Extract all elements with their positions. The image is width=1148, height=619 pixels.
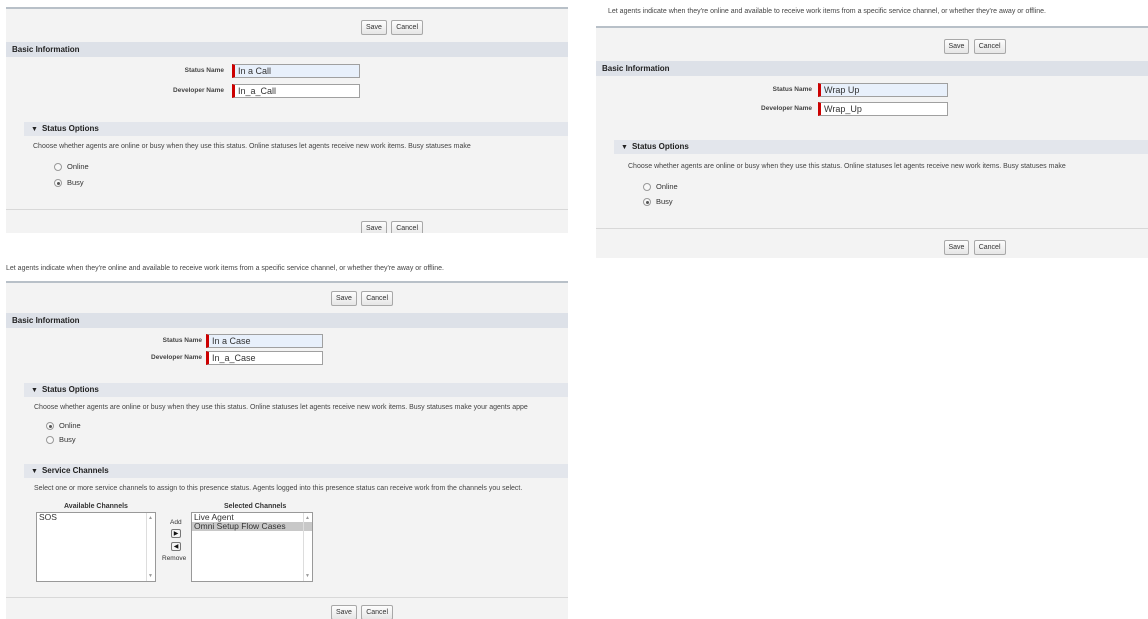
radio-online-icon[interactable] — [643, 183, 651, 192]
radio-online-icon[interactable] — [46, 422, 54, 431]
radio-busy[interactable]: Busy — [643, 197, 673, 207]
scrollbar[interactable]: ▲ ▼ — [146, 513, 155, 581]
selected-channels-list[interactable]: Live Agent Omni Setup Flow Cases ▲ ▼ — [191, 512, 313, 582]
status-name-label: Status Name — [162, 337, 202, 344]
footer-divider — [6, 209, 568, 210]
radio-busy-label: Busy — [59, 435, 76, 444]
status-name-label: Status Name — [772, 86, 812, 93]
cancel-button[interactable]: Cancel — [973, 39, 1006, 54]
scroll-down-icon[interactable]: ▼ — [305, 573, 310, 579]
radio-busy-icon[interactable] — [643, 198, 651, 207]
status-name-label: Status Name — [184, 67, 224, 74]
radio-online-label: Online — [67, 162, 89, 171]
service-channels-title: Service Channels — [41, 466, 109, 475]
radio-online[interactable]: Online — [643, 182, 678, 192]
basic-information-header: Basic Information — [596, 61, 1148, 76]
selected-channels-label: Selected Channels — [224, 503, 287, 510]
radio-busy-icon[interactable] — [54, 179, 62, 188]
panel-wrap-up: Save Cancel Basic Information Status Nam… — [596, 26, 1148, 258]
scroll-up-icon[interactable]: ▲ — [305, 515, 310, 521]
status-options-header[interactable]: ▼ Status Options — [24, 383, 568, 397]
cancel-button[interactable]: Cancel — [391, 221, 423, 233]
radio-online-icon[interactable] — [54, 163, 62, 172]
status-options-title: Status Options — [41, 124, 99, 133]
radio-online-label: Online — [656, 182, 678, 191]
save-button[interactable]: Save — [331, 605, 357, 619]
collapse-triangle-icon: ▼ — [31, 126, 38, 133]
scrollbar[interactable]: ▲ ▼ — [303, 513, 312, 581]
service-channels-help: Select one or more service channels to a… — [34, 485, 523, 492]
radio-busy-icon[interactable] — [46, 436, 54, 445]
radio-online-label: Online — [59, 421, 81, 430]
status-options-title: Status Options — [631, 142, 689, 151]
radio-busy-label: Busy — [656, 197, 673, 206]
scroll-down-icon[interactable]: ▼ — [148, 573, 153, 579]
list-item[interactable]: SOS — [37, 513, 155, 522]
radio-busy[interactable]: Busy — [46, 435, 76, 445]
cancel-button[interactable]: Cancel — [973, 240, 1006, 255]
bottom-button-row: Save Cancel — [6, 221, 568, 233]
save-button[interactable]: Save — [943, 39, 970, 54]
collapse-triangle-icon: ▼ — [621, 144, 628, 151]
cancel-button[interactable]: Cancel — [391, 20, 423, 35]
page-description: Let agents indicate when they're online … — [608, 8, 1046, 15]
status-options-help: Choose whether agents are online or busy… — [33, 143, 471, 150]
top-button-row: Save Cancel — [6, 291, 568, 306]
available-channels-label: Available Channels — [64, 503, 128, 510]
top-button-row: Save Cancel — [6, 20, 568, 35]
collapse-triangle-icon: ▼ — [31, 387, 38, 394]
developer-name-label: Developer Name — [761, 105, 812, 112]
save-button[interactable]: Save — [331, 291, 357, 306]
status-options-header[interactable]: ▼ Status Options — [24, 122, 568, 136]
status-options-title: Status Options — [41, 385, 99, 394]
page-description: Let agents indicate when they're online … — [6, 265, 444, 272]
available-channels-list[interactable]: SOS ▲ ▼ — [36, 512, 156, 582]
basic-information-header: Basic Information — [6, 42, 568, 57]
developer-name-label: Developer Name — [173, 87, 224, 94]
footer-divider — [6, 597, 568, 598]
list-item[interactable]: Omni Setup Flow Cases — [192, 522, 312, 531]
top-button-row: Save Cancel — [596, 39, 1148, 54]
radio-online[interactable]: Online — [46, 421, 81, 431]
radio-busy[interactable]: Busy — [54, 178, 84, 188]
panel-in-a-call: Save Cancel Basic Information Status Nam… — [6, 7, 568, 233]
remove-label: Remove — [162, 555, 187, 562]
footer-divider — [596, 228, 1148, 229]
save-button[interactable]: Save — [361, 20, 387, 35]
developer-name-input[interactable]: Wrap_Up — [818, 102, 948, 116]
remove-arrow-button[interactable]: ◀ — [171, 542, 181, 551]
status-options-header[interactable]: ▼ Status Options — [614, 140, 1148, 154]
arrow-right-icon: ▶ — [173, 531, 179, 537]
status-name-input[interactable]: Wrap Up — [818, 83, 948, 97]
radio-online[interactable]: Online — [54, 162, 89, 172]
bottom-button-row: Save Cancel — [6, 605, 568, 619]
add-label: Add — [170, 519, 182, 526]
basic-information-header: Basic Information — [6, 313, 568, 328]
developer-name-input[interactable]: In_a_Call — [232, 84, 360, 98]
cancel-button[interactable]: Cancel — [361, 605, 393, 619]
panel-in-a-case: Save Cancel Basic Information Status Nam… — [6, 281, 568, 619]
service-channels-header[interactable]: ▼ Service Channels — [24, 464, 568, 478]
status-options-help: Choose whether agents are online or busy… — [34, 404, 528, 411]
developer-name-input[interactable]: In_a_Case — [206, 351, 323, 365]
status-name-input[interactable]: In a Case — [206, 334, 323, 348]
developer-name-label: Developer Name — [151, 354, 202, 361]
arrow-left-icon: ◀ — [173, 544, 179, 550]
add-arrow-button[interactable]: ▶ — [171, 529, 181, 538]
status-name-input[interactable]: In a Call — [232, 64, 360, 78]
bottom-button-row: Save Cancel — [596, 240, 1148, 255]
scroll-up-icon[interactable]: ▲ — [148, 515, 153, 521]
radio-busy-label: Busy — [67, 178, 84, 187]
save-button[interactable]: Save — [361, 221, 387, 233]
status-options-help: Choose whether agents are online or busy… — [628, 163, 1066, 170]
cancel-button[interactable]: Cancel — [361, 291, 393, 306]
save-button[interactable]: Save — [943, 240, 970, 255]
collapse-triangle-icon: ▼ — [31, 468, 38, 475]
